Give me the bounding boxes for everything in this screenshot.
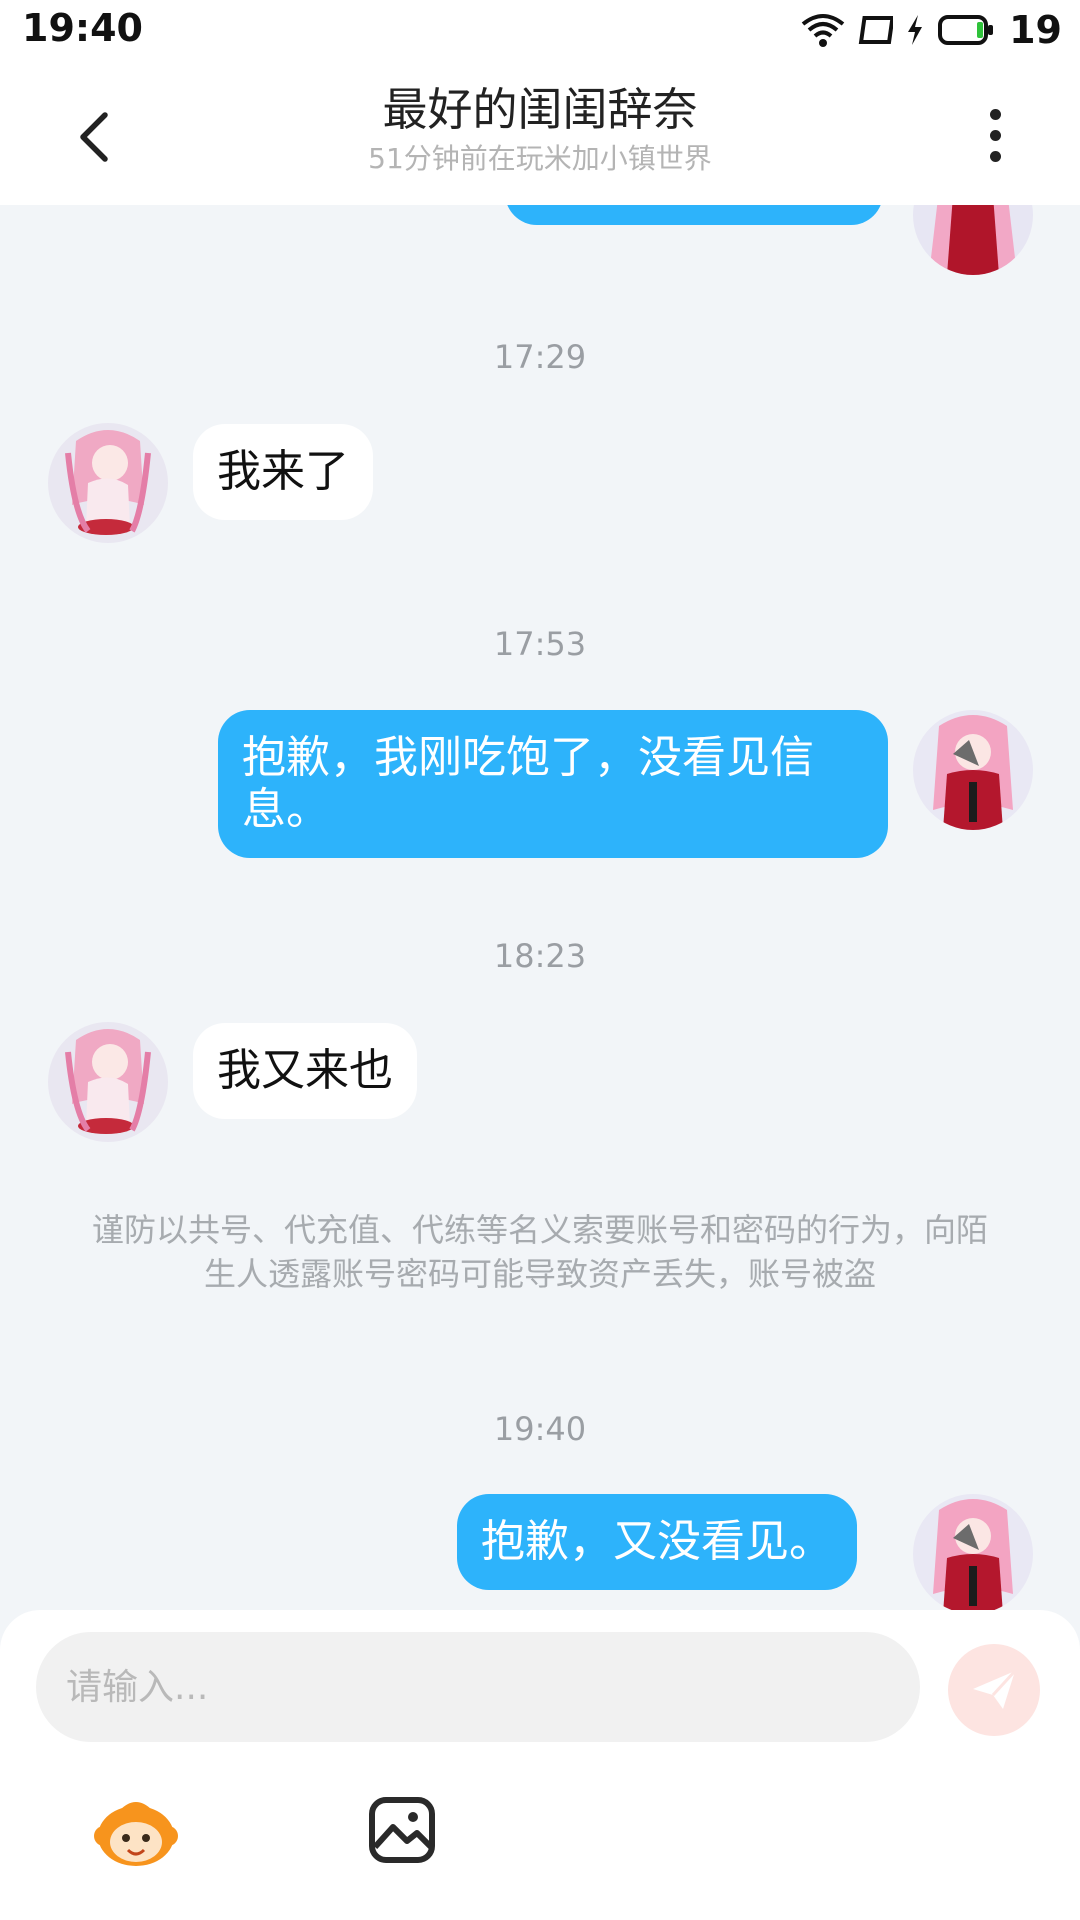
message-bubble-outgoing[interactable]: 抱歉，我刚吃饱了，没看见信息。 <box>218 710 888 858</box>
chat-subtitle: 51分钟前在玩米加小镇世界 <box>368 142 712 175</box>
contact-avatar[interactable] <box>48 1022 168 1142</box>
chat-header: 最好的闺闺辞奈 51分钟前在玩米加小镇世界 <box>0 60 1080 205</box>
message-bubble-outgoing-partial[interactable] <box>505 205 883 225</box>
message-bubble-outgoing[interactable]: 抱歉，又没看见。 <box>457 1494 857 1590</box>
chevron-left-icon <box>80 112 108 162</box>
more-button[interactable] <box>960 100 1030 170</box>
timestamp: 17:53 <box>493 625 587 663</box>
emoji-button[interactable] <box>86 1780 186 1880</box>
battery-icon <box>937 14 995 46</box>
composer <box>0 1610 1080 1920</box>
chat-title: 最好的闺闺辞奈 <box>382 83 698 136</box>
wifi-icon <box>801 12 845 48</box>
image-button[interactable] <box>352 1780 452 1880</box>
back-button[interactable] <box>60 102 130 172</box>
my-avatar[interactable] <box>913 710 1033 830</box>
message-bubble-incoming[interactable]: 我又来也 <box>193 1023 417 1119</box>
screen-icon <box>857 14 894 46</box>
image-icon <box>369 1797 435 1863</box>
send-button[interactable] <box>948 1644 1040 1736</box>
send-icon <box>973 1669 1017 1709</box>
my-avatar[interactable] <box>913 1494 1033 1610</box>
emoji-mascot-icon <box>94 1802 178 1866</box>
timestamp: 19:40 <box>493 1410 587 1448</box>
message-input-wrapper[interactable] <box>36 1632 920 1742</box>
battery-level: 19 <box>1009 8 1062 52</box>
charging-icon <box>905 13 925 47</box>
status-time: 19:40 <box>22 6 143 50</box>
message-bubble-incoming[interactable]: 我来了 <box>193 424 373 520</box>
status-bar: 19:40 19 <box>0 0 1080 60</box>
status-icons: 19 <box>801 8 1062 52</box>
security-notice: 谨防以共号、代充值、代练等名义索要账号和密码的行为，向陌生人透露账号密码可能导致… <box>91 1211 988 1293</box>
timestamp: 17:29 <box>493 338 587 376</box>
message-list[interactable]: 17:29 我来了 17:53 抱歉，我刚吃饱了，没看见信息。 18:23 我又… <box>0 205 1080 1610</box>
title-block: 最好的闺闺辞奈 51分钟前在玩米加小镇世界 <box>200 80 880 178</box>
more-vertical-icon <box>989 108 1001 120</box>
message-input[interactable] <box>36 1632 920 1742</box>
timestamp: 18:23 <box>493 937 587 975</box>
my-avatar[interactable] <box>913 205 1033 275</box>
contact-avatar[interactable] <box>48 423 168 543</box>
